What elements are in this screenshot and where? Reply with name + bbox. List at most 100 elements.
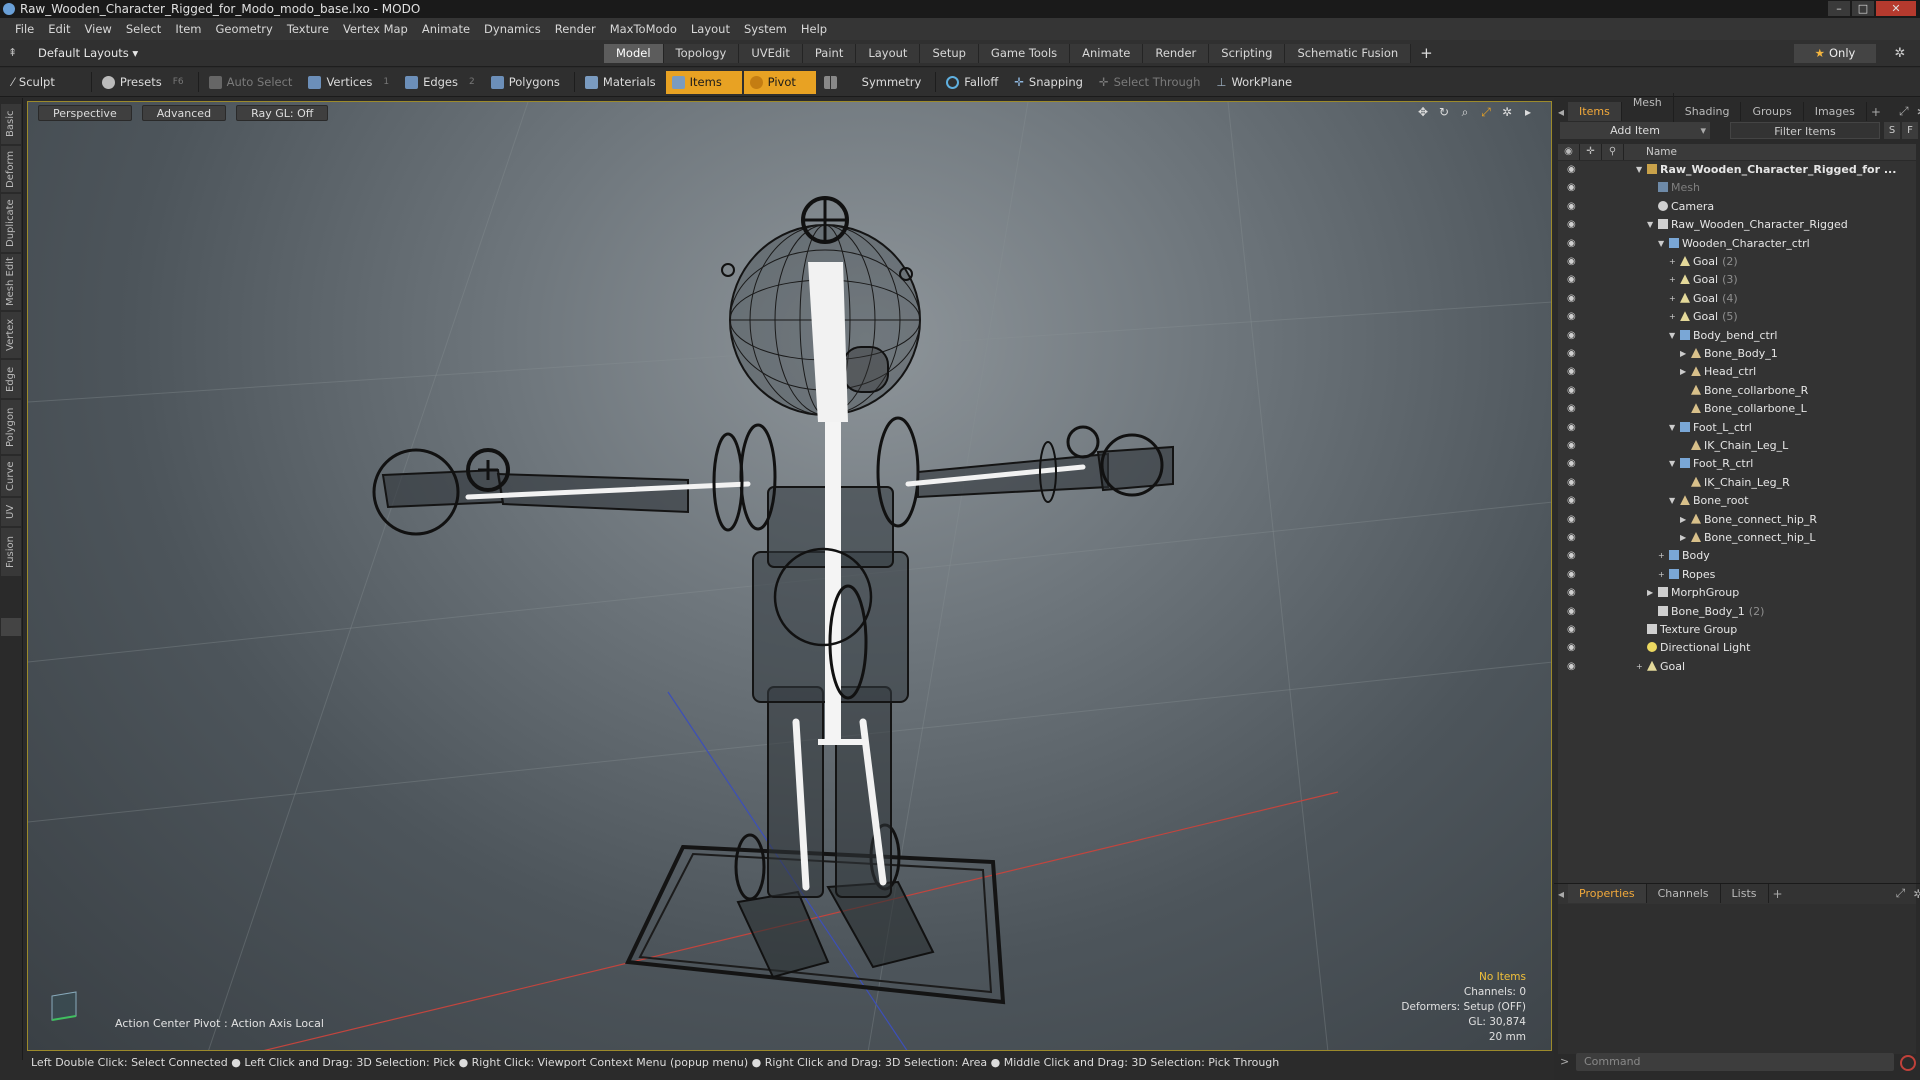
visibility-column-icon[interactable]: ◉ [1558,144,1580,160]
visibility-eye-icon[interactable]: ◉ [1567,419,1581,437]
menu-animate[interactable]: Animate [415,18,477,40]
visibility-eye-icon[interactable]: ◉ [1567,529,1581,547]
visibility-eye-icon[interactable]: ◉ [1567,511,1581,529]
polygons-button[interactable]: Polygons [485,71,568,94]
tab-paint[interactable]: Paint [802,44,857,63]
tab-properties[interactable]: Properties [1568,884,1647,903]
vtab-curve[interactable]: Curve [1,456,21,496]
menu-help[interactable]: Help [794,18,834,40]
presets-button[interactable]: Presets F6 [96,71,192,94]
tab-setup[interactable]: Setup [920,44,979,63]
visibility-eye-icon[interactable]: ◉ [1567,161,1581,179]
minimize-button[interactable]: – [1828,1,1850,16]
pan-icon[interactable]: ✥ [1416,105,1430,120]
menu-system[interactable]: System [737,18,794,40]
expand-arrow-icon[interactable]: ▶ [1647,584,1653,602]
menu-vertex-map[interactable]: Vertex Map [336,18,415,40]
props-menu-icon[interactable]: ◂ [1554,887,1568,901]
maximize-button[interactable]: □ [1852,1,1874,16]
expand-arrow-icon[interactable]: ▶ [1680,345,1686,363]
visibility-eye-icon[interactable]: ◉ [1567,216,1581,234]
pivot-button[interactable]: Pivot [743,70,816,94]
tree-row[interactable]: ◉ Directional Light [1558,639,1916,657]
tree-row[interactable]: ◉ + Goal (4) [1558,290,1916,308]
visibility-eye-icon[interactable]: ◉ [1567,584,1581,602]
tree-row[interactable]: ◉ ▼ Body_bend_ctrl [1558,327,1916,345]
layout-arrow-icon[interactable]: ⇞ [8,46,20,60]
tree-row[interactable]: ◉ ▶ MorphGroup [1558,584,1916,602]
tree-row[interactable]: ◉ ▼ Wooden_Character_ctrl [1558,235,1916,253]
only-button[interactable]: ★ Only [1794,44,1876,63]
view-mode-button[interactable]: Perspective [38,105,132,121]
props-settings-icon[interactable]: ✲ [1909,887,1920,901]
visibility-eye-icon[interactable]: ◉ [1567,198,1581,216]
expand-panel-icon[interactable]: ⤢ [1895,104,1913,119]
tree-row[interactable]: ◉ Bone_collarbone_R [1558,382,1916,400]
expand-arrow-icon[interactable]: ▶ [1680,511,1686,529]
tree-row[interactable]: ◉ + Body [1558,547,1916,565]
edges-button[interactable]: Edges 2 [399,71,483,94]
menu-render[interactable]: Render [548,18,603,40]
render-column-icon[interactable]: ⚲ [1602,144,1624,160]
expand-props-icon[interactable]: ⤢ [1892,886,1910,901]
filter-f-button[interactable]: F [1902,122,1918,139]
sculpt-button[interactable]: ⁄ Sculpt [6,71,63,94]
tree-row[interactable]: ◉ ▶ Head_ctrl [1558,363,1916,381]
visibility-eye-icon[interactable]: ◉ [1567,566,1581,584]
expand-plus-icon[interactable]: + [1658,566,1665,584]
menu-file[interactable]: File [8,18,41,40]
tab-lists[interactable]: Lists [1721,884,1769,903]
tab-game-tools[interactable]: Game Tools [978,44,1071,63]
vtab-mesh-edit[interactable]: Mesh Edit [1,254,21,310]
visibility-eye-icon[interactable]: ◉ [1567,639,1581,657]
tree-row[interactable]: ◉ ▶ Bone_Body_1 [1558,345,1916,363]
menu-item[interactable]: Item [168,18,208,40]
symmetry-button[interactable]: Symmetry [818,71,930,94]
tree-row[interactable]: ◉ Mesh [1558,179,1916,197]
vtab-uv[interactable]: UV [1,498,21,526]
tab-animate[interactable]: Animate [1070,44,1144,63]
filter-items-field[interactable]: Filter Items [1730,122,1880,139]
gear-icon[interactable]: ✲ [1890,44,1910,63]
zoom-icon[interactable]: ⌕ [1458,105,1472,120]
menu-view[interactable]: View [78,18,119,40]
tab-schematic-fusion[interactable]: Schematic Fusion [1285,44,1412,63]
vertices-button[interactable]: Vertices 1 [302,71,397,94]
expand-plus-icon[interactable]: + [1669,271,1676,289]
character-wireframe[interactable] [28,102,1552,1051]
tab-model[interactable]: Model [604,44,664,63]
collapse-arrow-icon[interactable]: ▼ [1636,161,1642,179]
tree-row[interactable]: ◉ ▼ Foot_L_ctrl [1558,419,1916,437]
menu-geometry[interactable]: Geometry [209,18,280,40]
vtab-polygon[interactable]: Polygon [1,400,21,454]
visibility-eye-icon[interactable]: ◉ [1567,253,1581,271]
maximize-viewport-icon[interactable]: ⤢ [1479,105,1493,120]
panel-menu-icon[interactable]: ◂ [1554,105,1568,119]
tree-row[interactable]: ◉ Bone_Body_1 (2) [1558,603,1916,621]
auto-select-button[interactable]: Auto Select [203,71,301,94]
tree-row[interactable]: ◉ Camera [1558,198,1916,216]
visibility-eye-icon[interactable]: ◉ [1567,621,1581,639]
visibility-eye-icon[interactable]: ◉ [1567,327,1581,345]
collapse-arrow-icon[interactable]: ▼ [1669,492,1675,510]
add-item-dropdown[interactable]: Add Item ▾ [1560,122,1710,139]
vtab-edge[interactable]: Edge [1,360,21,398]
menu-maxtomodo[interactable]: MaxToModo [603,18,684,40]
add-panel-tab-icon[interactable]: + [1867,105,1885,119]
materials-button[interactable]: Materials [579,71,664,94]
menu-select[interactable]: Select [119,18,168,40]
menu-dynamics[interactable]: Dynamics [477,18,548,40]
name-column-header[interactable]: Name [1646,144,1677,160]
menu-edit[interactable]: Edit [41,18,77,40]
collapse-arrow-icon[interactable]: ▼ [1669,327,1675,345]
tree-row[interactable]: ◉ Texture Group [1558,621,1916,639]
vtab-vertex[interactable]: Vertex [1,312,21,358]
panel-settings-icon[interactable]: ✲ [1913,105,1920,119]
tree-row[interactable]: ◉ Bone_collarbone_L [1558,400,1916,418]
expand-plus-icon[interactable]: + [1669,290,1676,308]
tree-row[interactable]: ◉ + Goal (2) [1558,253,1916,271]
collapse-arrow-icon[interactable]: ▼ [1669,419,1675,437]
3d-viewport[interactable]: Perspective Advanced Ray GL: Off ✥ ↻ ⌕ ⤢… [27,101,1552,1051]
expand-plus-icon[interactable]: + [1636,658,1643,676]
tree-row[interactable]: ◉ ▼ Raw_Wooden_Character_Rigged_for ... [1558,161,1916,179]
